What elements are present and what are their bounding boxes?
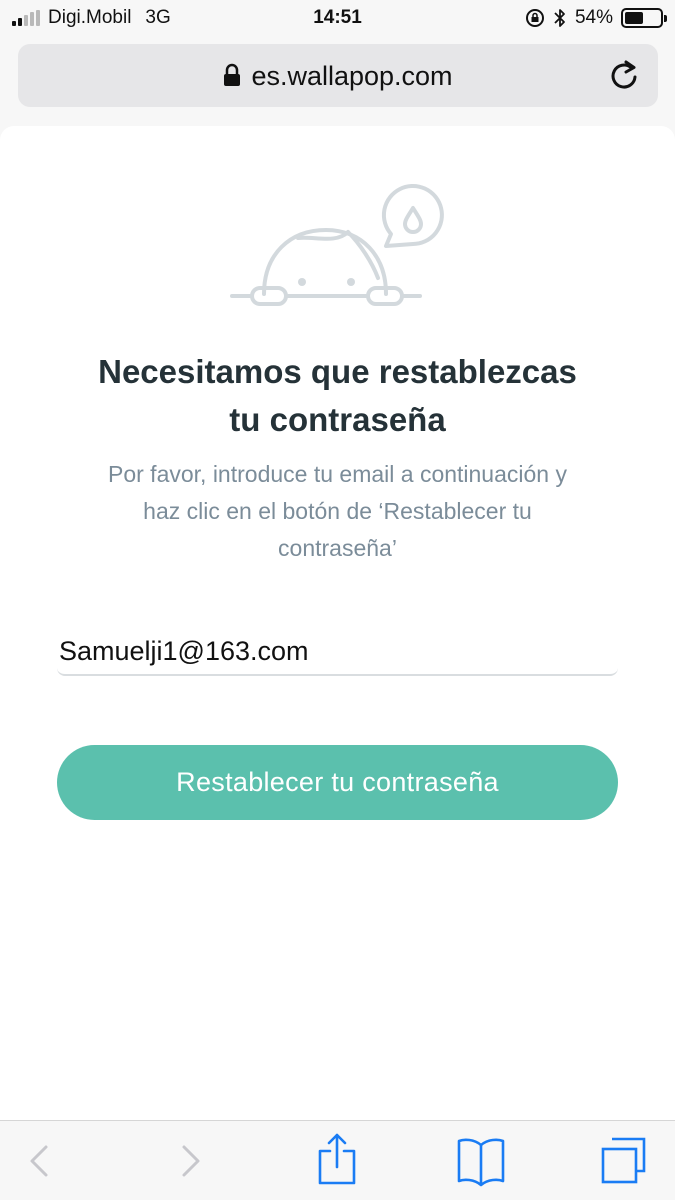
reload-icon[interactable]: [610, 59, 640, 91]
instructions-text: Por favor, introduce tu email a continua…: [50, 456, 625, 567]
reset-password-button[interactable]: Restablecer tu contraseña: [57, 745, 618, 820]
battery-icon: [621, 8, 667, 28]
reset-password-sheet: Necesitamos que restablezcas tu contrase…: [0, 126, 675, 1120]
forward-icon[interactable]: [174, 1133, 204, 1189]
tabs-icon[interactable]: [600, 1133, 648, 1189]
turtle-illustration: [230, 184, 444, 306]
title-line: Necesitamos que restablezcas: [98, 353, 577, 390]
subtitle-line: contraseña’: [278, 535, 397, 561]
lock-icon: [224, 63, 241, 86]
battery-percentage: 54%: [574, 7, 613, 28]
browser-toolbar: [0, 1120, 675, 1200]
title-line: tu contraseña: [229, 401, 446, 438]
rotation-lock-icon: [525, 9, 544, 27]
share-icon[interactable]: [316, 1133, 358, 1189]
subtitle-line: Por favor, introduce tu email a continua…: [108, 461, 567, 487]
bookmarks-icon[interactable]: [456, 1133, 506, 1189]
status-bar: Digi.Mobil 3G 14:51 54%: [0, 0, 675, 38]
email-field[interactable]: [57, 634, 618, 676]
bluetooth-icon: [554, 9, 565, 27]
address-bar[interactable]: es.wallapop.com: [18, 44, 658, 107]
url-text: es.wallapop.com: [251, 61, 453, 91]
back-icon[interactable]: [26, 1133, 56, 1189]
subtitle-line: haz clic en el botón de ‘Restablecer tu: [143, 498, 532, 524]
page-title: Necesitamos que restablezcas tu contrase…: [40, 348, 635, 444]
